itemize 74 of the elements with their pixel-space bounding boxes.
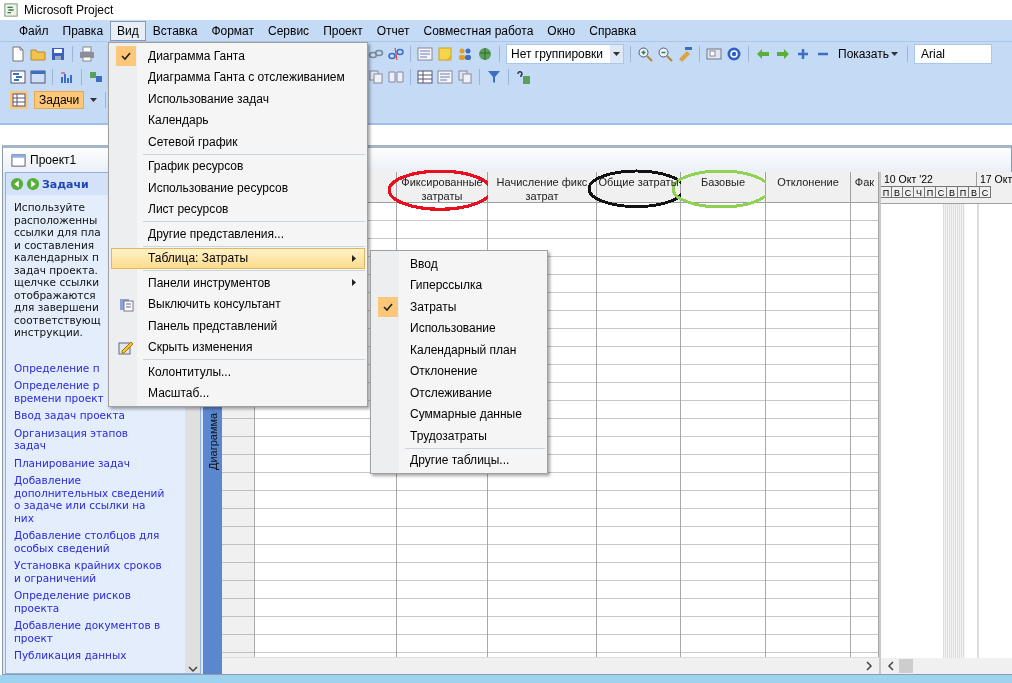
menu-item[interactable]: Календарный план (373, 339, 545, 361)
task-link[interactable]: Определение рисков проекта (14, 589, 131, 614)
column-header: Фак (854, 175, 875, 189)
task-link[interactable]: Публикация данных (14, 649, 127, 662)
task-link[interactable]: Добавление дополнительных сведений о задаче или ссылки на них (14, 474, 165, 524)
menu-bar-item[interactable]: Сервис (261, 20, 317, 41)
menu-item[interactable]: Отклонение (373, 360, 545, 382)
menu-item[interactable]: Панели инструментов (111, 272, 365, 294)
menu-item[interactable]: Выключить консультант (111, 293, 365, 315)
menu-item[interactable]: График ресурсов (111, 155, 365, 177)
day-label: С (936, 186, 947, 198)
menu-item[interactable]: Календарь (111, 109, 365, 131)
menu-item[interactable]: Колонтитулы... (111, 361, 365, 383)
menu-item[interactable]: Диаграмма Ганта с отслеживанием (111, 66, 365, 88)
task-link[interactable]: Организация этапов задач (14, 426, 128, 452)
menu-bar-item[interactable]: Файл (12, 20, 56, 41)
menu-item[interactable]: Суммарные данные (373, 403, 545, 425)
menu-item[interactable]: Скрыть изменения (111, 336, 365, 358)
menu-item[interactable]: Использование ресурсов (111, 177, 365, 199)
task-link[interactable]: Ввод задач проекта (14, 409, 125, 422)
show-button[interactable]: Показать (835, 45, 901, 62)
menu-item[interactable]: Гиперссылка (373, 274, 545, 296)
day-label: Ч (914, 186, 925, 198)
menu-item[interactable]: Ввод (373, 253, 545, 275)
menu-item[interactable]: Диаграмма Ганта (111, 45, 365, 67)
menu-item[interactable]: Панель представлений (111, 315, 365, 337)
column-header: Отклонение (777, 175, 839, 189)
view-bar-label: Диаграмма (206, 411, 219, 470)
column-header: Фиксированные затраты (401, 175, 483, 203)
day-label: П (958, 186, 969, 198)
task-link[interactable]: Определение п (14, 361, 100, 374)
menu-bar-item[interactable]: Окно (540, 20, 583, 41)
task-link[interactable]: Определение р времени проект (14, 379, 104, 404)
menu-bar-item[interactable]: Совместная работа (416, 20, 541, 41)
menu-item[interactable]: Использование задач (111, 88, 365, 110)
day-label: С (903, 186, 914, 198)
menu-bar-item[interactable]: Правка (55, 20, 111, 41)
menu-item[interactable]: Отслеживание (373, 382, 545, 404)
day-label: В (969, 186, 980, 198)
menu-bar-item[interactable]: Формат (204, 20, 262, 41)
menu-bar-item[interactable]: Проект (316, 20, 370, 41)
task-link[interactable]: Установка крайних сроков и ограничений (14, 559, 162, 584)
task-link[interactable]: Планирование задач (14, 456, 130, 469)
day-label: С (980, 186, 991, 198)
font-field[interactable]: Arial (914, 43, 992, 64)
pane-title: Задачи (42, 177, 89, 191)
pane-description: Используйте расположенны ссылки для пла и составления календарных п задач проекта. щелчке ссылки отображаются для завершени соответствующ инструкции. (14, 201, 101, 339)
day-label: В (947, 186, 958, 198)
menu-item[interactable]: Масштаб... (111, 382, 365, 404)
day-label: В (892, 186, 903, 198)
menu-item[interactable]: Трудозатраты (373, 425, 545, 447)
menu-item[interactable]: Лист ресурсов (111, 198, 365, 220)
view-button[interactable]: Задачи (34, 90, 85, 109)
task-link[interactable]: Добавление документов в проект (14, 619, 161, 644)
task-link[interactable]: Добавление столбцов для особых сведений (14, 529, 160, 554)
menu-bar-item[interactable]: Справка (582, 20, 644, 41)
column-header: Базовые (700, 175, 746, 189)
window-title: Microsoft Project (24, 3, 114, 17)
menu-item[interactable]: Сетевой график (111, 131, 365, 153)
menu-item[interactable]: Таблица: Затраты (111, 247, 365, 269)
column-header: Начисление фикс затрат (496, 175, 588, 203)
menu-bar-item[interactable]: Вставка (145, 20, 205, 41)
week-label: 10 Окт '22 (881, 172, 977, 186)
menu-item[interactable]: Затраты (373, 296, 545, 318)
menu-bar-item[interactable]: Отчет (369, 20, 417, 41)
menu-item[interactable]: Другие таблицы... (373, 449, 545, 471)
project-title: Проект1 (30, 153, 77, 167)
day-label: П (881, 186, 892, 198)
menu-item[interactable]: Другие представления... (111, 223, 365, 245)
menu-bar-item[interactable]: Вид (110, 20, 146, 41)
grouping-dropdown[interactable]: Нет группировки (506, 43, 624, 64)
day-label: П (925, 186, 936, 198)
menu-item[interactable]: Использование (373, 317, 545, 339)
week-label: 17 Окт (977, 172, 1012, 186)
